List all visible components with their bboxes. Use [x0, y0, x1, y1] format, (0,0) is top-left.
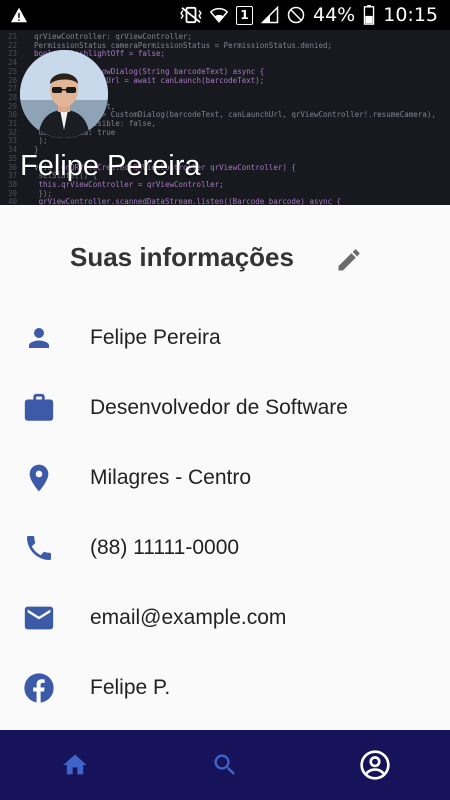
- briefcase-icon: [22, 391, 56, 425]
- info-text-phone: (88) 11111-0000: [90, 536, 240, 559]
- nav-search-button[interactable]: [195, 735, 255, 795]
- phone-icon: [22, 531, 56, 565]
- email-icon: [22, 601, 56, 635]
- bottom-navigation: [0, 730, 450, 800]
- location-pin-icon: [22, 461, 56, 495]
- info-row-job: Desenvolvedor de Software: [0, 373, 450, 443]
- clock: 10:15: [383, 4, 438, 26]
- warning-icon: [11, 7, 27, 23]
- info-text-facebook: Felipe P.: [90, 676, 171, 699]
- person-icon: [22, 321, 56, 355]
- facebook-icon: [22, 671, 56, 705]
- battery-percent: 44%: [313, 4, 356, 26]
- signal-icon: [261, 6, 279, 24]
- info-text-job: Desenvolvedor de Software: [90, 396, 348, 419]
- search-icon: [214, 754, 235, 775]
- edit-pencil-icon[interactable]: [335, 246, 363, 274]
- profile-name: Felipe Pereira: [20, 150, 201, 182]
- info-text-name: Felipe Pereira: [90, 326, 221, 349]
- status-bar: 1 44% 10:15: [0, 0, 450, 30]
- vibrate-icon: [180, 6, 202, 24]
- info-text-email: email@example.com: [90, 606, 287, 629]
- wifi-icon: [210, 7, 228, 23]
- info-row-facebook: Felipe P.: [0, 653, 450, 723]
- sim-icon: 1: [236, 5, 253, 25]
- info-row-name: Felipe Pereira: [0, 303, 450, 373]
- info-text-location: Milagres - Centro: [90, 466, 252, 489]
- account-circle-icon: [360, 750, 390, 780]
- profile-header: 21 qrViewController: qrViewController; 22 P…: [0, 30, 450, 205]
- avatar[interactable]: [20, 50, 108, 138]
- avatar-photo: [20, 50, 108, 138]
- nav-profile-button[interactable]: [345, 735, 405, 795]
- info-row-location: Milagres - Centro: [0, 443, 450, 513]
- nav-home-button[interactable]: [45, 735, 105, 795]
- dnd-icon: [287, 6, 305, 24]
- battery-icon: [364, 5, 375, 25]
- home-icon: [63, 754, 87, 775]
- info-row-email: email@example.com: [0, 583, 450, 653]
- info-section-title: Suas informações: [70, 242, 294, 272]
- info-row-phone: (88) 11111-0000: [0, 513, 450, 583]
